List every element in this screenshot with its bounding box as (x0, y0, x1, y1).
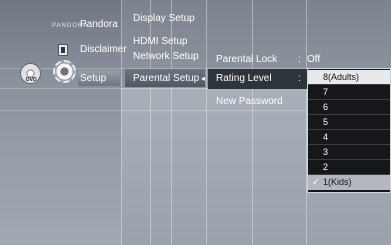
menu-item-setup[interactable]: Setup (80, 73, 106, 84)
rating-option-label: 6 (323, 102, 329, 112)
setup-screen: PANDORA Pandora Disclaimer DVD Setup Dis… (0, 0, 391, 245)
menu-item-disclaimer[interactable]: Disclaimer (80, 44, 127, 55)
menu-item-parental-setup[interactable]: Parental Setup (133, 73, 199, 84)
gear-icon (53, 60, 76, 83)
rating-option-label: 7 (323, 87, 329, 97)
column-divider (252, 0, 253, 245)
rating-option-label: 8(Adults) (323, 72, 360, 82)
rating-option-label: 4 (323, 132, 329, 142)
new-password-label[interactable]: New Password (216, 96, 283, 107)
rating-option-label: 2 (323, 162, 329, 172)
rating-option-6[interactable]: 6 (308, 100, 390, 115)
parental-lock-separator: : (298, 54, 301, 65)
parental-lock-value: Off (307, 54, 321, 65)
parental-lock-label[interactable]: Parental Lock (216, 54, 277, 65)
disclaimer-icon (58, 44, 68, 56)
rating-option-4[interactable]: 4 (308, 130, 390, 145)
rating-option-label: 5 (323, 117, 329, 127)
menu-item-hdmi-setup[interactable]: HDMI Setup (133, 36, 187, 47)
menu-item-display-setup[interactable]: Display Setup (133, 13, 195, 24)
rating-option-1-kids[interactable]: ✓ 1(Kids) (308, 175, 390, 190)
rating-option-5[interactable]: 5 (308, 115, 390, 130)
rating-level-dropdown[interactable]: 8(Adults) 7 6 5 4 3 2 ✓ 1(Kids) (307, 68, 391, 193)
column-divider (121, 0, 122, 245)
dvd-badge: DVD (26, 77, 37, 83)
rating-option-2[interactable]: 2 (308, 160, 390, 175)
rating-option-3[interactable]: 3 (308, 145, 390, 160)
rating-option-8-adults[interactable]: 8(Adults) (308, 70, 390, 85)
rating-option-label: 3 (323, 147, 329, 157)
rating-level-label[interactable]: Rating Level (216, 73, 272, 84)
rating-option-label: 1(Kids) (323, 177, 352, 187)
submenu-arrow-icon: ◂ (201, 74, 206, 83)
menu-item-network-setup[interactable]: Network Setup (133, 51, 199, 62)
left-panel (0, 0, 121, 245)
rating-option-7[interactable]: 7 (308, 85, 390, 100)
rating-level-separator: : (298, 73, 301, 84)
column-divider (206, 0, 207, 245)
menu-item-pandora[interactable]: Pandora (80, 19, 118, 30)
check-icon: ✓ (312, 177, 320, 187)
